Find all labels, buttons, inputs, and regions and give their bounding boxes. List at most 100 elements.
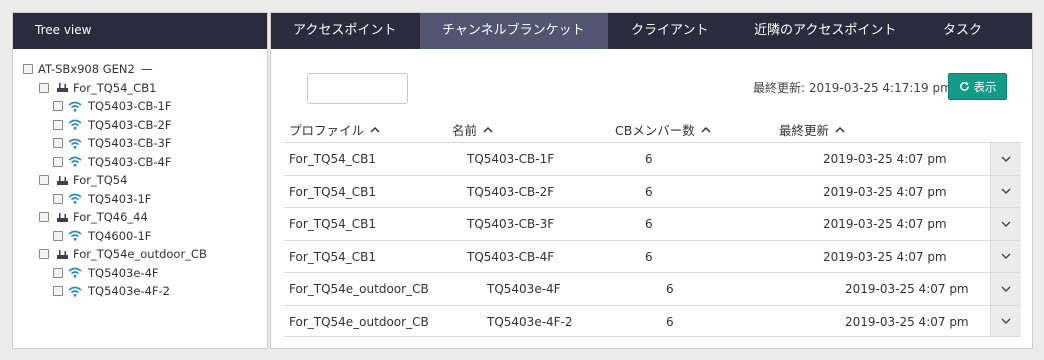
tree-item-label: TQ5403-1F [88, 191, 152, 206]
column-header-cb-members[interactable]: CBメンバー数 [615, 120, 711, 139]
cell-cb-members: 6 [645, 249, 653, 264]
column-header-label: 名前 [452, 123, 478, 138]
tree-group-checkbox[interactable] [39, 249, 49, 260]
tab-channel-blanket[interactable]: チャンネルブランケット [420, 13, 608, 49]
tree-group-checkbox[interactable] [39, 212, 49, 223]
tree-group[interactable]: For_TQ54 [23, 171, 267, 190]
wifi-icon [68, 138, 82, 149]
filter-input[interactable] [307, 73, 408, 104]
chevron-down-icon [1001, 318, 1011, 324]
collapse-toggle[interactable]: — [141, 62, 153, 76]
wifi-icon [68, 193, 82, 204]
table-row[interactable]: For_TQ54_CB1 TQ5403-CB-4F 6 2019-03-25 4… [284, 239, 1021, 272]
cell-name: TQ5403e-4F [487, 282, 561, 296]
chevron-up-icon [701, 126, 711, 133]
table-row[interactable]: For_TQ54e_outdoor_CB TQ5403e-4F-2 6 2019… [284, 304, 1021, 337]
tree-item[interactable]: TQ5403-1F [23, 190, 267, 209]
tree-item[interactable]: TQ5403-CB-3F [23, 134, 267, 153]
cell-cb-members: 6 [666, 314, 674, 329]
tab-access-points[interactable]: アクセスポイント [271, 13, 420, 49]
tab-clients[interactable]: クライアント [608, 13, 732, 49]
table-body: For_TQ54_CB1 TQ5403-CB-1F 6 2019-03-25 4… [284, 142, 1021, 337]
table-row[interactable]: For_TQ54_CB1 TQ5403-CB-1F 6 2019-03-25 4… [284, 142, 1021, 175]
last-updated-text: 最終更新: 2019-03-25 4:17:19 pm [753, 81, 952, 95]
chevron-down-icon [1001, 253, 1011, 260]
expand-row-button[interactable] [990, 305, 1021, 336]
cell-name: TQ5403-CB-4F [467, 249, 555, 264]
cell-profile: For_TQ54_CB1 [289, 184, 377, 199]
cell-name: TQ5403-CB-2F [467, 184, 555, 199]
tree-item[interactable]: TQ5403e-4F-2 [23, 282, 267, 301]
cell-profile: For_TQ54e_outdoor_CB [289, 282, 429, 296]
chevron-down-icon [1001, 221, 1011, 227]
cell-name: TQ5403-CB-1F [467, 152, 555, 166]
cell-cb-members: 6 [645, 184, 653, 199]
tree-item-checkbox[interactable] [53, 138, 63, 149]
expand-row-button[interactable] [990, 143, 1021, 175]
table-row[interactable]: For_TQ54_CB1 TQ5403-CB-3F 6 2019-03-25 4… [284, 207, 1021, 240]
tree-body: AT-SBx908 GEN2 — For_TQ54_CB1 TQ5403-CB-… [13, 49, 267, 301]
tree-item-checkbox[interactable] [53, 286, 63, 297]
wifi-icon [68, 119, 82, 130]
tab-tasks[interactable]: タスク [917, 13, 1032, 49]
tree-item-checkbox[interactable] [53, 230, 63, 241]
cell-last-updated: 2019-03-25 4:07 pm [845, 314, 969, 329]
tree-item-checkbox[interactable] [53, 193, 63, 204]
cell-cb-members: 6 [645, 217, 653, 231]
tree-item-label: TQ5403-CB-2F [88, 117, 172, 132]
tree-item-label: TQ4600-1F [88, 228, 152, 243]
chevron-up-icon [370, 126, 380, 133]
router-icon [57, 249, 68, 259]
tree-group-label: For_TQ54_CB1 [73, 80, 157, 95]
tree-group[interactable]: For_TQ46_44 [23, 208, 267, 227]
column-header-profile[interactable]: プロファイル [289, 120, 380, 139]
tree-item-label: TQ5403-CB-1F [88, 99, 172, 114]
tree-item-checkbox[interactable] [53, 267, 63, 278]
tab-neighbor-access-points[interactable]: 近隣のアクセスポイント [732, 13, 917, 49]
chevron-up-icon [835, 126, 845, 133]
column-header-label: プロファイル [289, 123, 365, 138]
cell-name: TQ5403-CB-3F [467, 217, 555, 231]
tree-group[interactable]: For_TQ54_CB1 [23, 79, 267, 98]
tree-panel: Tree view AT-SBx908 GEN2 — For_TQ54_CB1 … [12, 12, 268, 349]
cell-last-updated: 2019-03-25 4:07 pm [823, 152, 947, 166]
tree-group-checkbox[interactable] [39, 82, 49, 93]
chevron-down-icon [1001, 286, 1011, 292]
expand-row-button[interactable] [990, 208, 1021, 240]
cell-profile: For_TQ54e_outdoor_CB [289, 314, 429, 329]
expand-row-button[interactable] [990, 240, 1021, 272]
main-panel: アクセスポイント チャンネルブランケット クライアント 近隣のアクセスポイント … [270, 12, 1033, 349]
wifi-icon [68, 286, 82, 297]
wifi-icon [68, 230, 82, 241]
chevron-down-icon [1001, 156, 1011, 162]
expand-row-button[interactable] [990, 175, 1021, 207]
cell-cb-members: 6 [666, 282, 674, 296]
table-row[interactable]: For_TQ54_CB1 TQ5403-CB-2F 6 2019-03-25 4… [284, 174, 1021, 207]
tree-item-label: TQ5403e-4F [88, 265, 159, 280]
column-header-name[interactable]: 名前 [452, 120, 493, 139]
tree-item[interactable]: TQ5403-CB-2F [23, 116, 267, 135]
cell-profile: For_TQ54_CB1 [289, 249, 377, 264]
column-header-last-updated[interactable]: 最終更新 [779, 120, 845, 139]
column-header-label: CBメンバー数 [615, 123, 695, 138]
tree-group[interactable]: For_TQ54e_outdoor_CB [23, 245, 267, 264]
tree-item-label: TQ5403-CB-4F [88, 154, 172, 169]
tree-root[interactable]: AT-SBx908 GEN2 — [23, 60, 267, 79]
chevron-up-icon [483, 126, 493, 133]
refresh-button[interactable]: 表示 [948, 73, 1007, 100]
expand-row-button[interactable] [990, 273, 1021, 305]
tree-item-checkbox[interactable] [53, 119, 63, 130]
table-row[interactable]: For_TQ54e_outdoor_CB TQ5403e-4F 6 2019-0… [284, 272, 1021, 305]
refresh-icon [959, 81, 969, 91]
tree-item[interactable]: TQ4600-1F [23, 227, 267, 246]
tree-group-checkbox[interactable] [39, 175, 49, 186]
tree-item[interactable]: TQ5403-CB-4F [23, 153, 267, 172]
tree-root-checkbox[interactable] [23, 64, 33, 75]
router-icon [57, 212, 68, 222]
tree-item[interactable]: TQ5403e-4F [23, 264, 267, 283]
tree-item-checkbox[interactable] [53, 101, 63, 112]
tree-item[interactable]: TQ5403-CB-1F [23, 97, 267, 116]
tab-bar: アクセスポイント チャンネルブランケット クライアント 近隣のアクセスポイント … [271, 13, 1032, 49]
chevron-down-icon [1001, 188, 1011, 195]
tree-item-checkbox[interactable] [53, 156, 63, 167]
